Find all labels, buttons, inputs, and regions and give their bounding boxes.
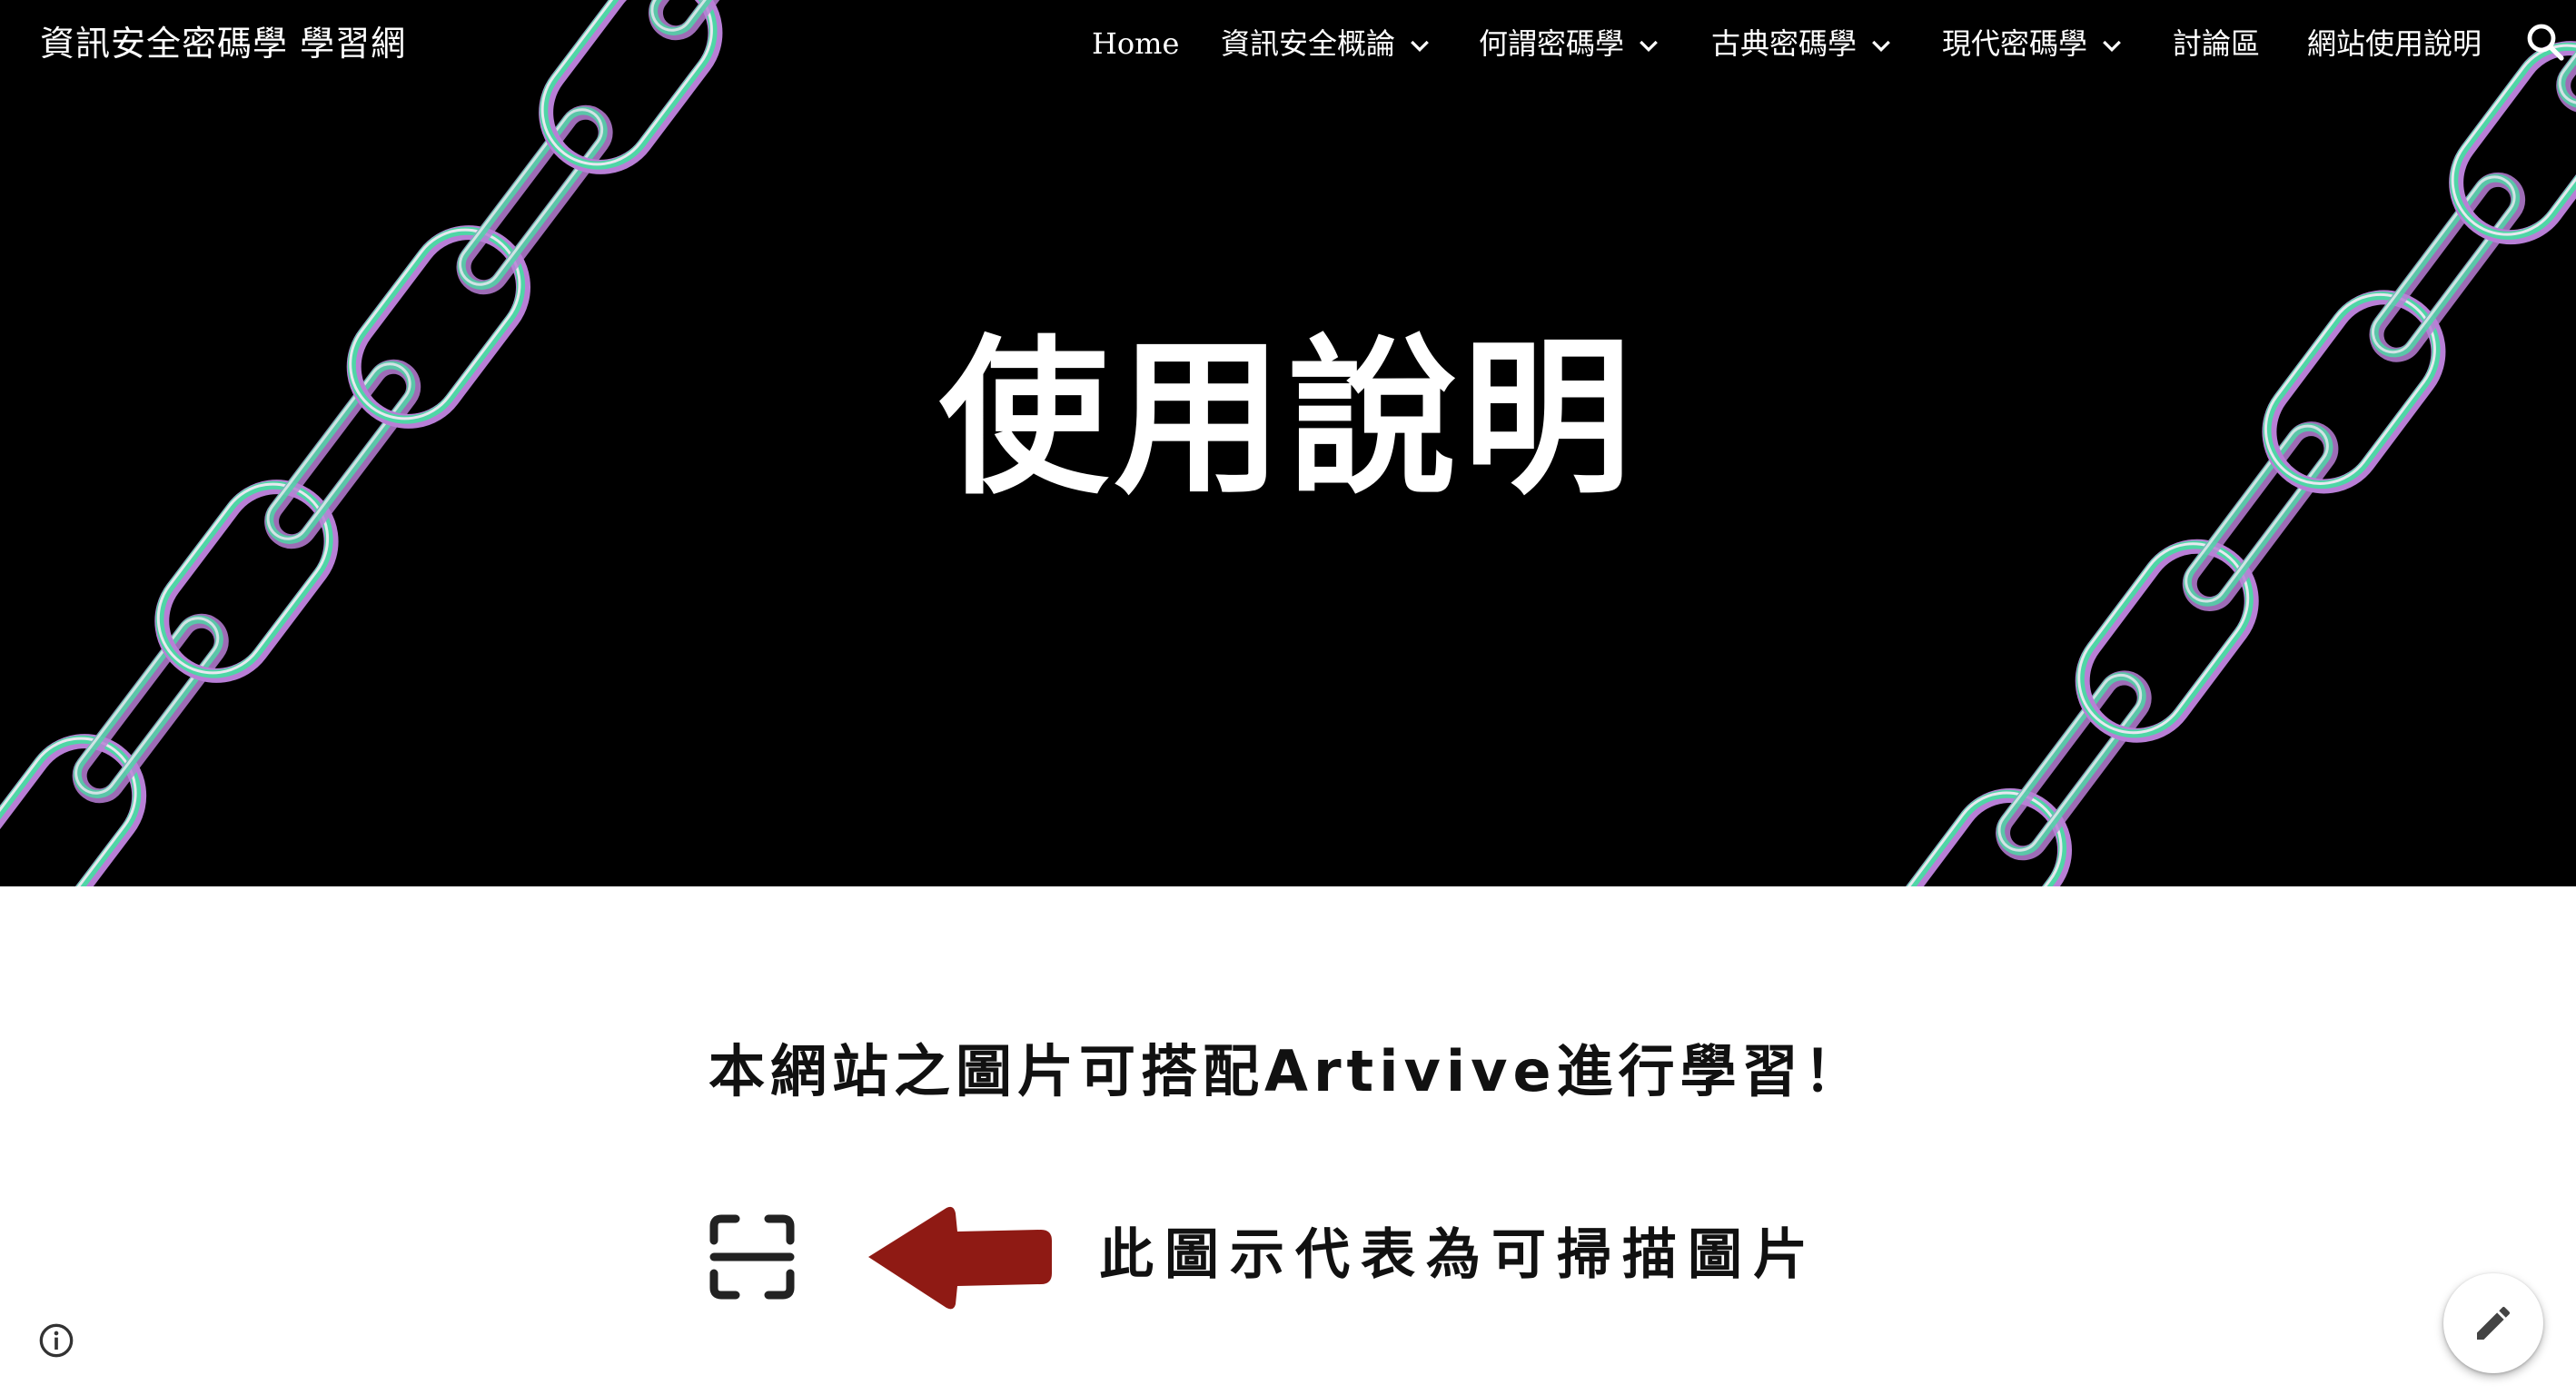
- nav-item-label: 現代密碼學: [1942, 26, 2088, 61]
- chain-link: [539, 0, 723, 174]
- edit-button[interactable]: [2443, 1273, 2543, 1373]
- chevron-down-icon: [1640, 40, 1658, 52]
- nav-item-what-is-cryptography[interactable]: 何謂密碼學: [1479, 16, 1662, 71]
- scan-icon-caption: 此圖示代表為可掃描圖片: [1099, 1223, 1818, 1287]
- nav-item-label: 古典密碼學: [1711, 26, 1858, 61]
- nav-item-label: 網站使用說明: [2307, 26, 2482, 61]
- hero-banner: 資訊安全密碼學 學習網 Home 資訊安全概論 何謂密碼學 古典密碼學 現代密碼…: [0, 0, 2576, 886]
- chain-link: [0, 734, 147, 886]
- nav-item-site-guide[interactable]: 網站使用說明: [2307, 16, 2482, 71]
- nav-item-discussion[interactable]: 討論區: [2173, 16, 2260, 71]
- pencil-icon: [2477, 1306, 2511, 1340]
- scan-icon: [709, 1214, 795, 1300]
- nav-item-infosec-intro[interactable]: 資訊安全概論: [1221, 16, 1433, 71]
- site-title[interactable]: 資訊安全密碼學 學習網: [40, 16, 406, 71]
- chevron-down-icon: [2103, 40, 2121, 52]
- nav-item-classical-cryptography[interactable]: 古典密碼學: [1711, 16, 1895, 71]
- info-icon[interactable]: [38, 1322, 74, 1359]
- nav-item-label: 資訊安全概論: [1221, 26, 1396, 61]
- nav-item-home[interactable]: Home: [1092, 16, 1179, 71]
- artivive-heading: 本網站之圖片可搭配Artivive進行學習！: [708, 1038, 1866, 1104]
- artivive-guide-image: 本網站之圖片可搭配Artivive進行學習！ 此圖示代表為可掃描圖片: [690, 1026, 1886, 1326]
- search-icon[interactable]: [2523, 20, 2567, 64]
- nav-item-modern-cryptography[interactable]: 現代密碼學: [1942, 16, 2125, 71]
- nav-item-label: 何謂密碼學: [1479, 26, 1625, 61]
- nav-item-label: 討論區: [2173, 26, 2261, 61]
- chain-link: [1996, 670, 2152, 861]
- chain-link: [72, 613, 229, 804]
- chain-link: [648, 0, 806, 41]
- chevron-down-icon: [1872, 40, 1890, 52]
- page-title: 使用說明: [938, 318, 1637, 517]
- chain-link: [456, 104, 613, 295]
- chevron-down-icon: [1411, 40, 1429, 52]
- arrow-left-icon: [868, 1206, 1052, 1310]
- nav-item-label: Home: [1092, 26, 1180, 61]
